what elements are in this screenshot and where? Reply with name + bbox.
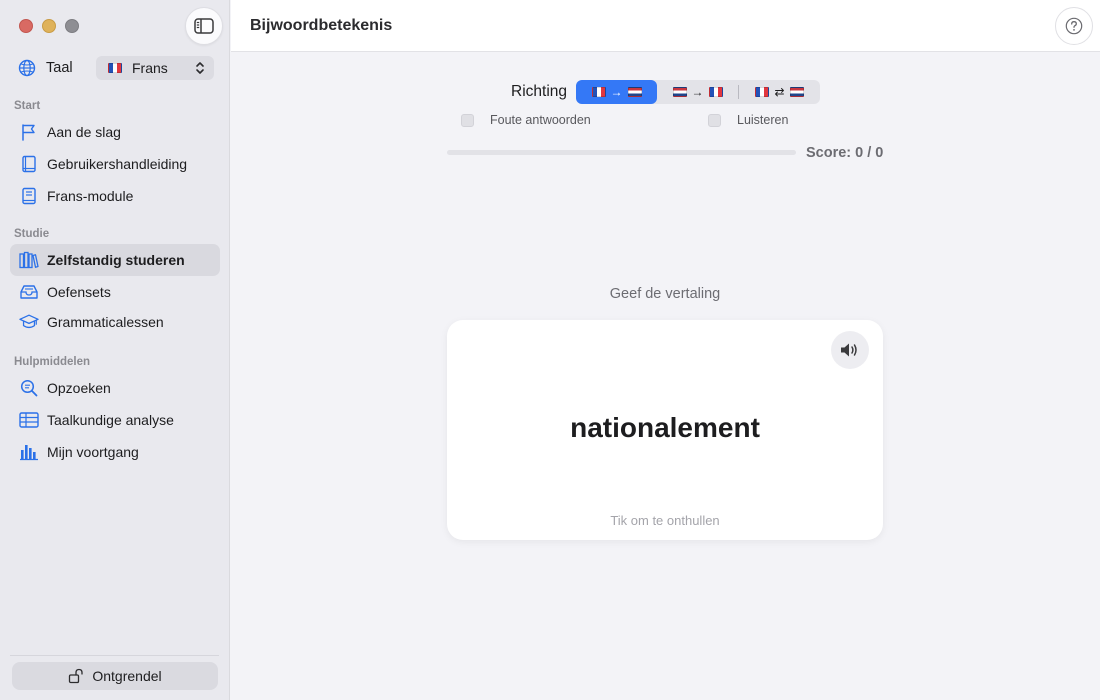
arrow-swap-icon: ⇄ [774, 85, 785, 99]
graduation-cap-icon [19, 312, 39, 332]
sidebar-item-label: Grammaticalessen [47, 314, 164, 330]
wrong-answers-label: Foute antwoorden [490, 113, 591, 127]
speaker-icon [841, 343, 857, 357]
unlock-label: Ontgrendel [92, 668, 162, 684]
language-select-value: Frans [132, 60, 168, 76]
sidebar-item-taalkundige-analyse[interactable]: Taalkundige analyse [10, 404, 220, 436]
score: Score: 0 / 0 [806, 145, 883, 161]
sidebar-item-opzoeken[interactable]: Opzoeken [10, 372, 220, 404]
section-title-studie: Studie [14, 228, 50, 240]
wrong-answers-checkbox[interactable] [461, 113, 474, 127]
listen-checkbox[interactable] [708, 113, 721, 127]
listen-option[interactable]: Luisteren [708, 113, 788, 127]
sidebar-item-label: Gebruikershandleiding [47, 156, 188, 172]
sidebar-item-oefensets[interactable]: Oefensets [10, 276, 220, 308]
direction-segmented-control: → → ⇄ [576, 80, 820, 104]
toolbar: Bijwoordbetekenis [231, 0, 1100, 52]
reveal-hint: Tik om te onthullen [610, 513, 720, 528]
help-icon [1065, 17, 1083, 35]
section-title-hulpmiddelen: Hulpmiddelen [14, 356, 91, 368]
sidebar-item-grammaticalessen[interactable]: Grammaticalessen [10, 306, 220, 338]
flag-icon [19, 122, 39, 142]
netherlands-flag-icon [672, 87, 687, 97]
sidebar-item-label: Frans-module [47, 188, 134, 204]
netherlands-flag-icon [627, 87, 642, 97]
sidebar-divider [10, 655, 219, 656]
tray-icon [19, 282, 39, 302]
zoom-window-button[interactable] [65, 19, 79, 33]
direction-option-both[interactable]: ⇄ [739, 80, 820, 104]
sidebar-toggle-button[interactable] [185, 7, 223, 45]
help-button[interactable] [1055, 7, 1093, 45]
section-title-start: Start [14, 100, 41, 112]
sidebar: Taal Frans Start Aan de slag Gebruikersh… [0, 0, 230, 700]
sidebar-item-label: Aan de slag [47, 124, 121, 140]
bar-chart-icon [19, 442, 39, 462]
france-flag-icon [755, 87, 770, 97]
book-icon [19, 154, 39, 174]
unlock-button[interactable]: Ontgrendel [12, 662, 218, 690]
sidebar-item-label: Mijn voortgang [47, 444, 139, 460]
sidebar-item-label: Zelfstandig studeren [47, 252, 185, 268]
direction-option-nl-to-fr[interactable]: → [657, 80, 738, 104]
minimize-window-button[interactable] [42, 19, 56, 33]
sidebar-item-label: Oefensets [47, 284, 111, 300]
language-row: Taal Frans [18, 56, 214, 80]
window-controls [19, 19, 79, 33]
score-label: Score: [806, 145, 852, 161]
france-flag-icon [708, 87, 723, 97]
close-window-button[interactable] [19, 19, 33, 33]
sidebar-item-label: Taalkundige analyse [47, 412, 174, 428]
flashcard-word: nationalement [570, 412, 760, 443]
netherlands-flag-icon [789, 87, 804, 97]
sidebar-item-label: Opzoeken [47, 380, 111, 396]
prompt-text: Geef de vertaling [609, 286, 721, 302]
score-value: 0 / 0 [855, 145, 884, 161]
language-select[interactable]: Frans [96, 56, 214, 80]
sidebar-item-aan-de-slag[interactable]: Aan de slag [10, 116, 220, 148]
sidebar-icon [194, 18, 214, 34]
france-flag-icon [591, 87, 606, 97]
sidebar-item-gebruikershandleiding[interactable]: Gebruikershandleiding [10, 148, 220, 180]
globe-icon [18, 59, 36, 77]
unlock-icon [68, 668, 84, 684]
flashcard[interactable]: nationalement Tik om te onthullen [447, 320, 883, 540]
sidebar-item-frans-module[interactable]: Frans-module [10, 180, 220, 212]
app-window: Taal Frans Start Aan de slag Gebruikersh… [0, 0, 1100, 700]
sidebar-item-mijn-voortgang[interactable]: Mijn voortgang [10, 436, 220, 468]
wrong-answers-option[interactable]: Foute antwoorden [461, 113, 591, 127]
module-book-icon [19, 186, 39, 206]
table-icon [19, 410, 39, 430]
language-label: Taal [46, 60, 73, 76]
page-title: Bijwoordbetekenis [250, 17, 393, 34]
chevron-up-down-icon [196, 62, 204, 74]
listen-label: Luisteren [737, 113, 789, 127]
progress-bar [447, 150, 796, 155]
direction-option-fr-to-nl[interactable]: → [576, 80, 657, 104]
sidebar-item-zelfstandig-studeren[interactable]: Zelfstandig studeren [10, 244, 220, 276]
direction-label: Richting [511, 83, 567, 100]
direction-row: Richting → → ⇄ [511, 80, 820, 104]
arrow-right-icon: → [691, 85, 704, 99]
arrow-right-icon: → [610, 85, 623, 99]
magnifier-icon [19, 378, 39, 398]
france-flag-icon [108, 63, 122, 73]
speak-button[interactable] [831, 331, 869, 369]
books-icon [19, 250, 39, 270]
